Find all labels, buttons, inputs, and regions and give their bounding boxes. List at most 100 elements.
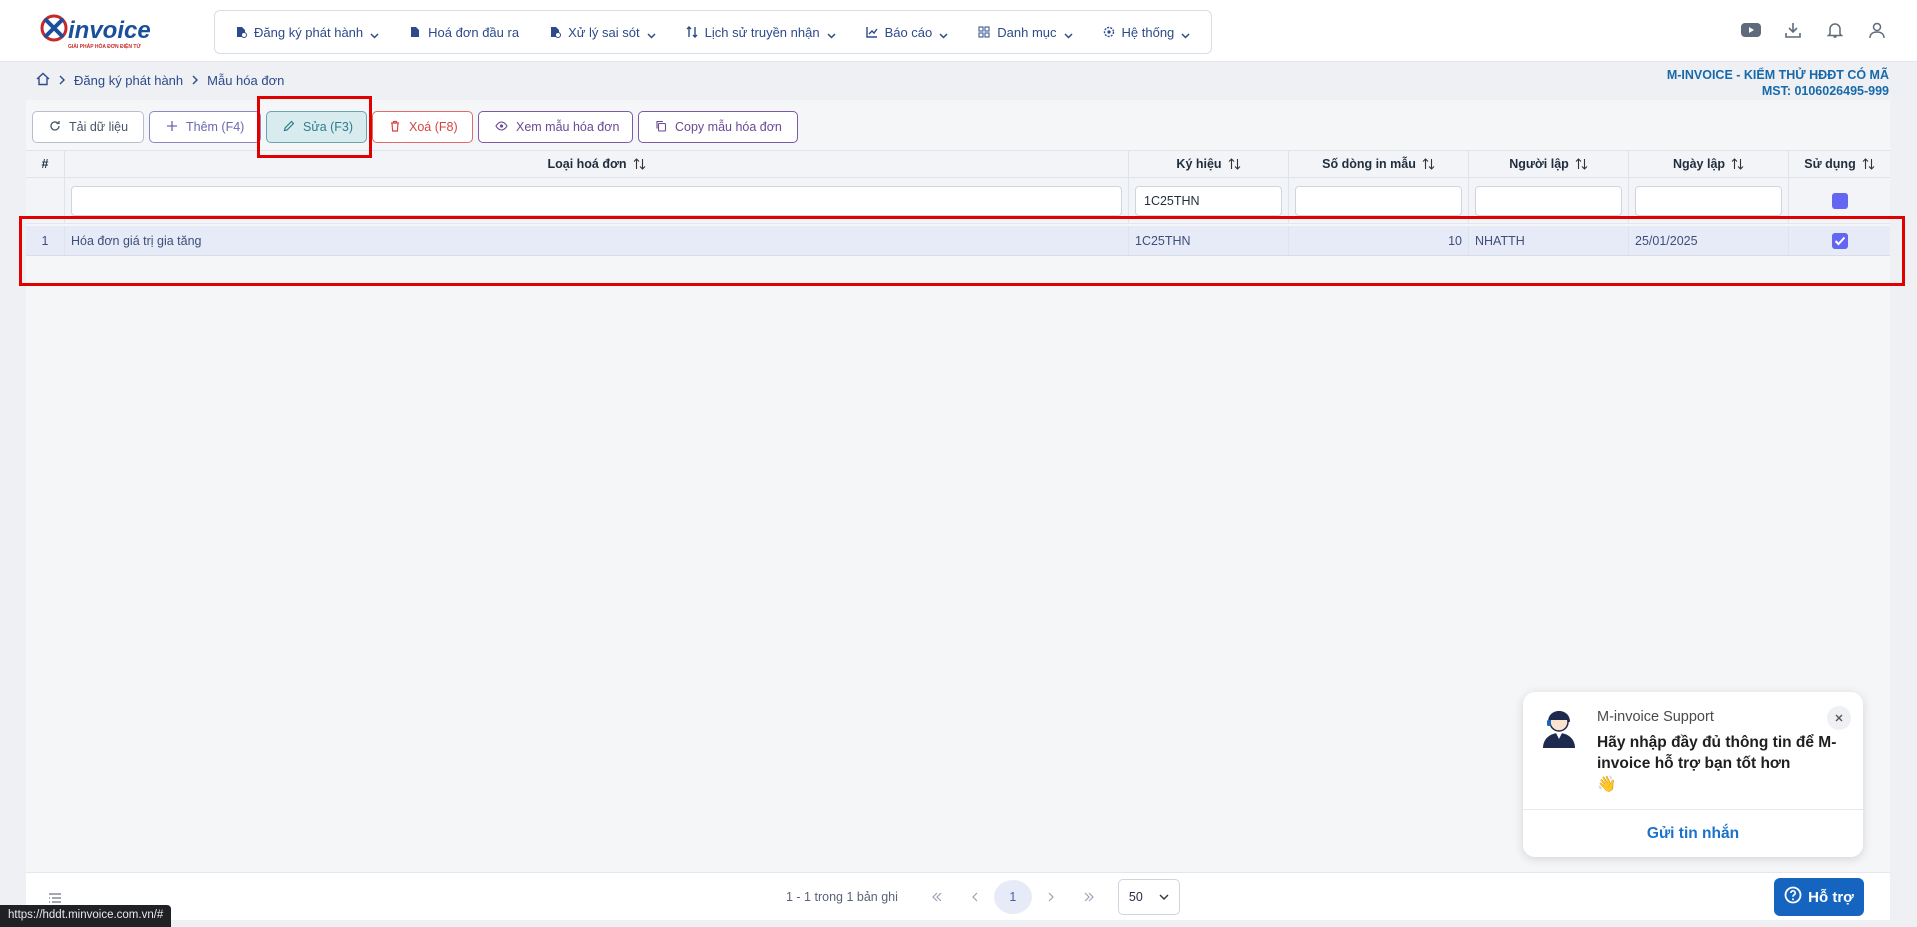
first-page-button[interactable] <box>918 880 956 914</box>
breadcrumb: Đăng ký phát hành Mẫu hóa đơn <box>36 72 284 89</box>
col-header-su-dung[interactable]: Sử dụng <box>1789 151 1890 177</box>
sort-icon[interactable] <box>1731 158 1744 170</box>
nav-hoa-don-dau-ra[interactable]: Hoá đơn đầu ra <box>409 25 519 40</box>
top-bar: invoice GIẢI PHÁP HÓA ĐƠN ĐIỆN TỬ Đăng k… <box>0 0 1917 62</box>
filter-so-dong-input[interactable] <box>1295 185 1462 216</box>
chevron-down-icon <box>647 28 656 39</box>
grid-icon <box>978 26 990 38</box>
pager-info: 1 - 1 trong 1 bản ghi <box>786 890 898 904</box>
filter-ky-hieu-input[interactable] <box>1135 185 1282 216</box>
page-number-button[interactable]: 1 <box>993 880 1032 914</box>
gear-icon <box>1103 26 1115 38</box>
nav-label: Danh mục <box>997 24 1057 40</box>
col-header-ngay-lap[interactable]: Ngày lập <box>1629 151 1789 177</box>
delete-label: Xoá (F8) <box>409 120 458 134</box>
delete-button[interactable]: Xoá (F8) <box>372 111 473 143</box>
wave-emoji: 👋 <box>1597 776 1617 793</box>
nav-label: Hoá đơn đầu ra <box>428 24 520 40</box>
nav-label: Hệ thống <box>1121 24 1175 40</box>
filter-row <box>26 178 1890 224</box>
toolbar: Tải dữ liệu Thêm (F4) Sửa (F3) Xoá (F8) … <box>32 111 798 143</box>
filter-loai-hoa-don-input[interactable] <box>71 185 1122 216</box>
row-ngay-lap: 25/01/2025 <box>1629 226 1789 255</box>
main-nav: Đăng ký phát hành Hoá đơn đầu ra Xử lý s… <box>214 10 1212 54</box>
copy-template-button[interactable]: Copy mẫu hóa đơn <box>638 111 798 143</box>
filter-ky-hieu-cell <box>1129 178 1289 223</box>
filter-index <box>26 178 65 223</box>
company-info: M-INVOICE - KIỂM THỬ HĐĐT CÓ MÃ MST: 010… <box>1667 67 1889 99</box>
nav-danh-muc[interactable]: Danh mục <box>978 24 1073 40</box>
company-tax: MST: 0106026495-999 <box>1761 84 1889 98</box>
close-icon[interactable] <box>1827 706 1851 730</box>
row-ky-hieu: 1C25THN <box>1129 226 1289 255</box>
chat-sender: M-invoice Support <box>1597 709 1714 725</box>
pagination: 1 - 1 trong 1 bản ghi 1 50 <box>786 879 1180 915</box>
row-su-dung <box>1789 226 1890 255</box>
chevron-down-icon <box>827 28 836 39</box>
chat-message-text: Hãy nhập đầy đủ thông tin để M-invoice h… <box>1597 734 1837 772</box>
table-header: # Loại hoá đơn Ký hiệu Số dòng in mẫu Ng… <box>26 150 1890 178</box>
filter-su-dung-cell <box>1789 178 1890 223</box>
row-index: 1 <box>26 226 65 255</box>
header-actions <box>1741 20 1887 40</box>
youtube-icon[interactable] <box>1741 20 1761 40</box>
row-su-dung-checkbox[interactable] <box>1831 232 1848 249</box>
breadcrumb-item-dang-ky[interactable]: Đăng ký phát hành <box>74 73 183 88</box>
col-header-nguoi-lap[interactable]: Người lập <box>1469 151 1629 177</box>
reload-button[interactable]: Tải dữ liệu <box>32 111 144 143</box>
home-icon[interactable] <box>36 72 50 89</box>
filter-nguoi-lap-input[interactable] <box>1475 185 1622 216</box>
logo-tagline: GIẢI PHÁP HÓA ĐƠN ĐIỆN TỬ <box>68 42 141 50</box>
filter-ngay-lap-cell <box>1629 178 1789 223</box>
copy-icon <box>655 120 667 135</box>
last-page-button[interactable] <box>1070 880 1108 914</box>
table-row[interactable]: 1 Hóa đơn giá trị gia tăng 1C25THN 10 NH… <box>26 226 1890 256</box>
col-header-ky-hieu[interactable]: Ký hiệu <box>1129 151 1289 177</box>
chevron-right-icon <box>58 73 66 88</box>
file-icon <box>409 26 421 38</box>
chevron-down-icon <box>1181 28 1190 39</box>
bell-icon[interactable] <box>1825 20 1845 40</box>
nav-he-thong[interactable]: Hệ thống <box>1103 25 1191 40</box>
sort-icon[interactable] <box>1228 158 1241 170</box>
reload-label: Tải dữ liệu <box>69 120 129 134</box>
support-chat-popup: M-invoice Support Hãy nhập đầy đủ thông … <box>1523 692 1863 857</box>
sort-icon[interactable] <box>1862 158 1875 170</box>
nav-dang-ky-phat-hanh[interactable]: Đăng ký phát hành <box>235 25 379 40</box>
file-register-icon <box>235 26 247 38</box>
chat-message: Hãy nhập đầy đủ thông tin để M-invoice h… <box>1597 732 1837 795</box>
plus-icon <box>166 120 178 135</box>
pager-bar: 1 - 1 trong 1 bản ghi 1 50 <box>26 872 1890 920</box>
user-icon[interactable] <box>1867 20 1887 40</box>
edit-label: Sửa (F3) <box>303 120 354 134</box>
filter-su-dung-checkbox[interactable] <box>1831 192 1848 209</box>
support-button[interactable]: Hỗ trợ <box>1774 878 1864 916</box>
help-circle-icon <box>1784 886 1802 908</box>
nav-label: Đăng ký phát hành <box>254 24 364 40</box>
add-button[interactable]: Thêm (F4) <box>149 111 261 143</box>
nav-bao-cao[interactable]: Báo cáo <box>865 25 949 40</box>
col-header-loai-hoa-don[interactable]: Loại hoá đơn <box>65 151 1129 177</box>
view-template-button[interactable]: Xem mẫu hóa đơn <box>478 111 633 143</box>
page-size-value: 50 <box>1128 890 1143 904</box>
download-icon[interactable] <box>1783 20 1803 40</box>
minvoice-logo[interactable]: invoice GIẢI PHÁP HÓA ĐƠN ĐIỆN TỬ <box>38 12 178 52</box>
page-size-select[interactable]: 50 <box>1117 879 1180 915</box>
filter-so-dong-cell <box>1289 178 1469 223</box>
next-page-button[interactable] <box>1032 880 1070 914</box>
prev-page-button[interactable] <box>956 880 994 914</box>
send-message-button[interactable]: Gửi tin nhắn <box>1523 810 1863 857</box>
sort-icon[interactable] <box>1422 158 1435 170</box>
pencil-icon <box>283 120 295 135</box>
support-agent-avatar <box>1537 706 1581 750</box>
edit-button[interactable]: Sửa (F3) <box>266 111 367 143</box>
nav-xu-ly-sai-sot[interactable]: Xử lý sai sót <box>549 25 656 40</box>
sort-icon[interactable] <box>1575 158 1588 170</box>
col-header-so-dong[interactable]: Số dòng in mẫu <box>1289 151 1469 177</box>
nav-lich-su-truyen-nhan[interactable]: Lịch sử truyền nhận <box>686 25 836 40</box>
transfer-icon <box>686 26 698 38</box>
filter-ngay-lap-input[interactable] <box>1635 185 1782 216</box>
row-nguoi-lap: NHATTH <box>1469 226 1629 255</box>
sort-icon[interactable] <box>633 158 646 170</box>
chevron-down-icon <box>1063 28 1073 39</box>
